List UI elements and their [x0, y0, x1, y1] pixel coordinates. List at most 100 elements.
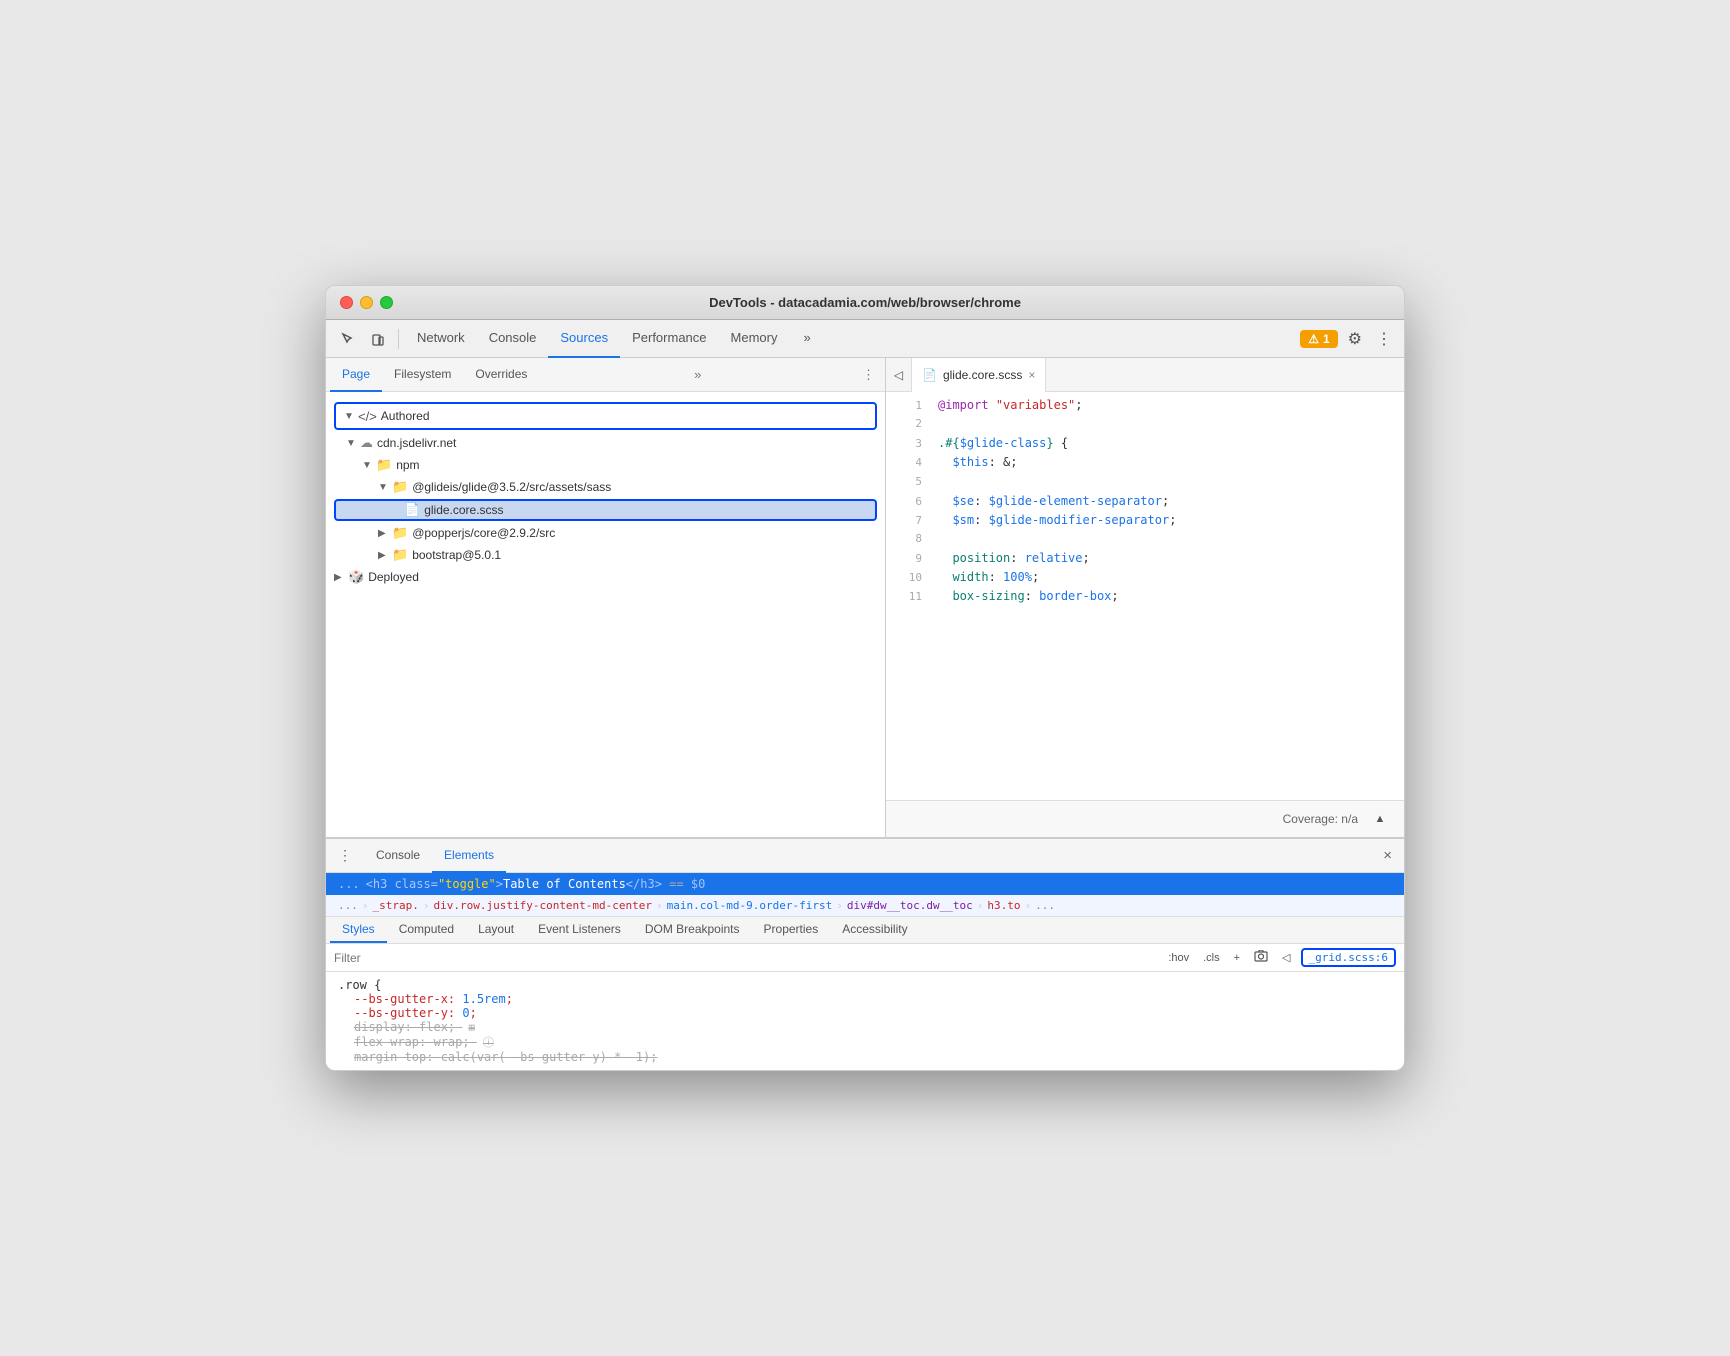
tab-console[interactable]: Console [477, 320, 549, 358]
bootstrap-item[interactable]: ▶ 📁 bootstrap@5.0.1 [326, 544, 885, 566]
scss-file-icon: 📄 [404, 502, 420, 518]
sources-tab-page[interactable]: Page [330, 358, 382, 392]
styles-tab-accessibility[interactable]: Accessibility [830, 917, 919, 943]
devtools-window: DevTools - datacadamia.com/web/browser/c… [325, 285, 1405, 1071]
styles-tabs: Styles Computed Layout Event Listeners D… [326, 917, 1404, 944]
device-toolbar-button[interactable] [364, 325, 392, 353]
glide-core-label: glide.core.scss [424, 503, 503, 517]
screenshot-button[interactable] [1250, 948, 1272, 967]
breadcrumb-main[interactable]: main.col-md-9.order-first [667, 899, 833, 912]
npm-item[interactable]: ▼ 📁 npm [326, 454, 885, 476]
styles-tab-event-listeners[interactable]: Event Listeners [526, 917, 633, 943]
authored-code-icon: </> [358, 409, 377, 424]
cdn-cloud-icon: ☁ [360, 435, 373, 451]
popperjs-folder-icon: 📁 [392, 525, 408, 541]
tab-network[interactable]: Network [405, 320, 477, 358]
filter-right-controls: :hov .cls + ◁ _grid.scss:6 [1164, 948, 1396, 967]
more-options-button[interactable]: ⋮ [1372, 325, 1396, 353]
grid-file-badge[interactable]: _grid.scss:6 [1301, 948, 1396, 967]
hov-filter-button[interactable]: :hov [1164, 950, 1193, 966]
bootstrap-folder-icon: 📁 [392, 547, 408, 563]
info-icon: ⓘ [483, 1036, 494, 1049]
sources-more-button[interactable]: » [688, 363, 707, 386]
code-line-6: 6 $se: $glide-element-separator; [886, 492, 1404, 511]
main-area: Page Filesystem Overrides » ⋮ ▼ </> Auth… [326, 358, 1404, 838]
styles-tab-styles[interactable]: Styles [330, 917, 387, 943]
bootstrap-label: bootstrap@5.0.1 [412, 548, 501, 562]
css-prop-margin-top: margin-top: calc(var(--bs-gutter-y) * -1… [354, 1050, 1392, 1064]
breadcrumb-h3[interactable]: h3.to [987, 899, 1020, 912]
coverage-icon-button[interactable]: ▲ [1366, 805, 1394, 833]
toolbar-right: ⚠ 1 ⚙ ⋮ [1300, 325, 1396, 353]
tab-more[interactable]: » [791, 320, 822, 358]
main-tabs: Network Console Sources Performance Memo… [405, 320, 1298, 358]
glideis-item[interactable]: ▼ 📁 @glideis/glide@3.5.2/src/assets/sass [326, 476, 885, 498]
bottom-tabs: Console Elements [364, 839, 506, 873]
code-line-3: 3 .#{$glide-class} { [886, 434, 1404, 453]
tab-memory[interactable]: Memory [719, 320, 790, 358]
minimize-button[interactable] [360, 296, 373, 309]
toggle-panel-button[interactable]: ◁ [1278, 949, 1294, 966]
code-line-7: 7 $sm: $glide-modifier-separator; [886, 511, 1404, 530]
code-line-4: 4 $this: &; [886, 453, 1404, 472]
bottom-dots-menu[interactable]: ⋮ [334, 843, 356, 868]
sources-tab-filesystem[interactable]: Filesystem [382, 358, 463, 392]
sources-tab-overrides[interactable]: Overrides [463, 358, 539, 392]
inspect-element-button[interactable] [334, 325, 362, 353]
code-nav-back[interactable]: ◁ [886, 358, 912, 392]
glide-core-file-item[interactable]: 📄 glide.core.scss [334, 499, 877, 521]
tab-sources[interactable]: Sources [548, 320, 620, 358]
close-button[interactable] [340, 296, 353, 309]
close-tab-button[interactable]: × [1028, 368, 1035, 382]
warning-icon: ⚠ [1308, 332, 1319, 346]
warning-badge[interactable]: ⚠ 1 [1300, 330, 1337, 348]
authored-label: Authored [381, 409, 430, 423]
authored-arrow: ▼ [344, 411, 358, 422]
sources-panel: Page Filesystem Overrides » ⋮ ▼ </> Auth… [326, 358, 886, 837]
styles-tab-dom-breakpoints[interactable]: DOM Breakpoints [633, 917, 752, 943]
styles-tab-layout[interactable]: Layout [466, 917, 526, 943]
css-prop-gutter-y: --bs-gutter-y: 0; [354, 1006, 1392, 1020]
add-style-button[interactable]: + [1230, 950, 1244, 966]
popperjs-item[interactable]: ▶ 📁 @popperjs/core@2.9.2/src [326, 522, 885, 544]
npm-folder-icon: 📁 [376, 457, 392, 473]
sources-dots-menu[interactable]: ⋮ [856, 363, 881, 387]
selected-element-bar: ... <h3 class="toggle">Table of Contents… [326, 873, 1404, 895]
styles-tab-properties[interactable]: Properties [752, 917, 831, 943]
file-tree: ▼ </> Authored ▼ ☁ cdn.jsdelivr.net ▼ 📁 … [326, 392, 885, 837]
bottom-tab-console[interactable]: Console [364, 839, 432, 873]
close-bottom-panel[interactable]: × [1379, 843, 1396, 868]
bootstrap-arrow: ▶ [378, 550, 392, 561]
code-line-5: 5 [886, 473, 1404, 492]
bottom-toolbar: ⋮ Console Elements × [326, 839, 1404, 873]
styles-filter-input[interactable] [334, 951, 1156, 965]
maximize-button[interactable] [380, 296, 393, 309]
deployed-arrow: ▶ [334, 572, 348, 583]
settings-button[interactable]: ⚙ [1344, 325, 1366, 353]
code-line-8: 8 [886, 530, 1404, 549]
css-rules-block: .row { --bs-gutter-x: 1.5rem; --bs-gutte… [326, 972, 1404, 1070]
cdn-item[interactable]: ▼ ☁ cdn.jsdelivr.net [326, 432, 885, 454]
code-file-name: glide.core.scss [943, 368, 1022, 382]
authored-section-box: ▼ </> Authored [334, 402, 877, 430]
authored-item[interactable]: ▼ </> Authored [336, 405, 875, 427]
cls-filter-button[interactable]: .cls [1199, 950, 1224, 966]
styles-tab-computed[interactable]: Computed [387, 917, 466, 943]
coverage-bar: Coverage: n/a ▲ [886, 800, 1404, 837]
css-prop-flex-wrap: flex-wrap: wrap; ⓘ [354, 1034, 1392, 1050]
code-file-tab[interactable]: 📄 glide.core.scss × [912, 358, 1046, 392]
line-num-1: 1 [894, 397, 922, 415]
line-content-1: @import "variables"; [938, 396, 1083, 415]
tab-performance[interactable]: Performance [620, 320, 718, 358]
cdn-label: cdn.jsdelivr.net [377, 436, 456, 450]
deployed-label: Deployed [368, 570, 419, 584]
breadcrumb-row[interactable]: div.row.justify-content-md-center [433, 899, 652, 912]
breadcrumb-strap[interactable]: _strap. [373, 899, 419, 912]
css-selector: .row { [338, 978, 1392, 992]
code-editor: 1 @import "variables"; 2 3 .#{$glide-cla… [886, 392, 1404, 800]
warning-count: 1 [1323, 332, 1330, 346]
deployed-item[interactable]: ▶ 🎲 Deployed [326, 566, 885, 588]
breadcrumb-toc[interactable]: div#dw__toc.dw__toc [847, 899, 973, 912]
bottom-tab-elements[interactable]: Elements [432, 839, 506, 873]
cdn-arrow: ▼ [346, 438, 360, 449]
